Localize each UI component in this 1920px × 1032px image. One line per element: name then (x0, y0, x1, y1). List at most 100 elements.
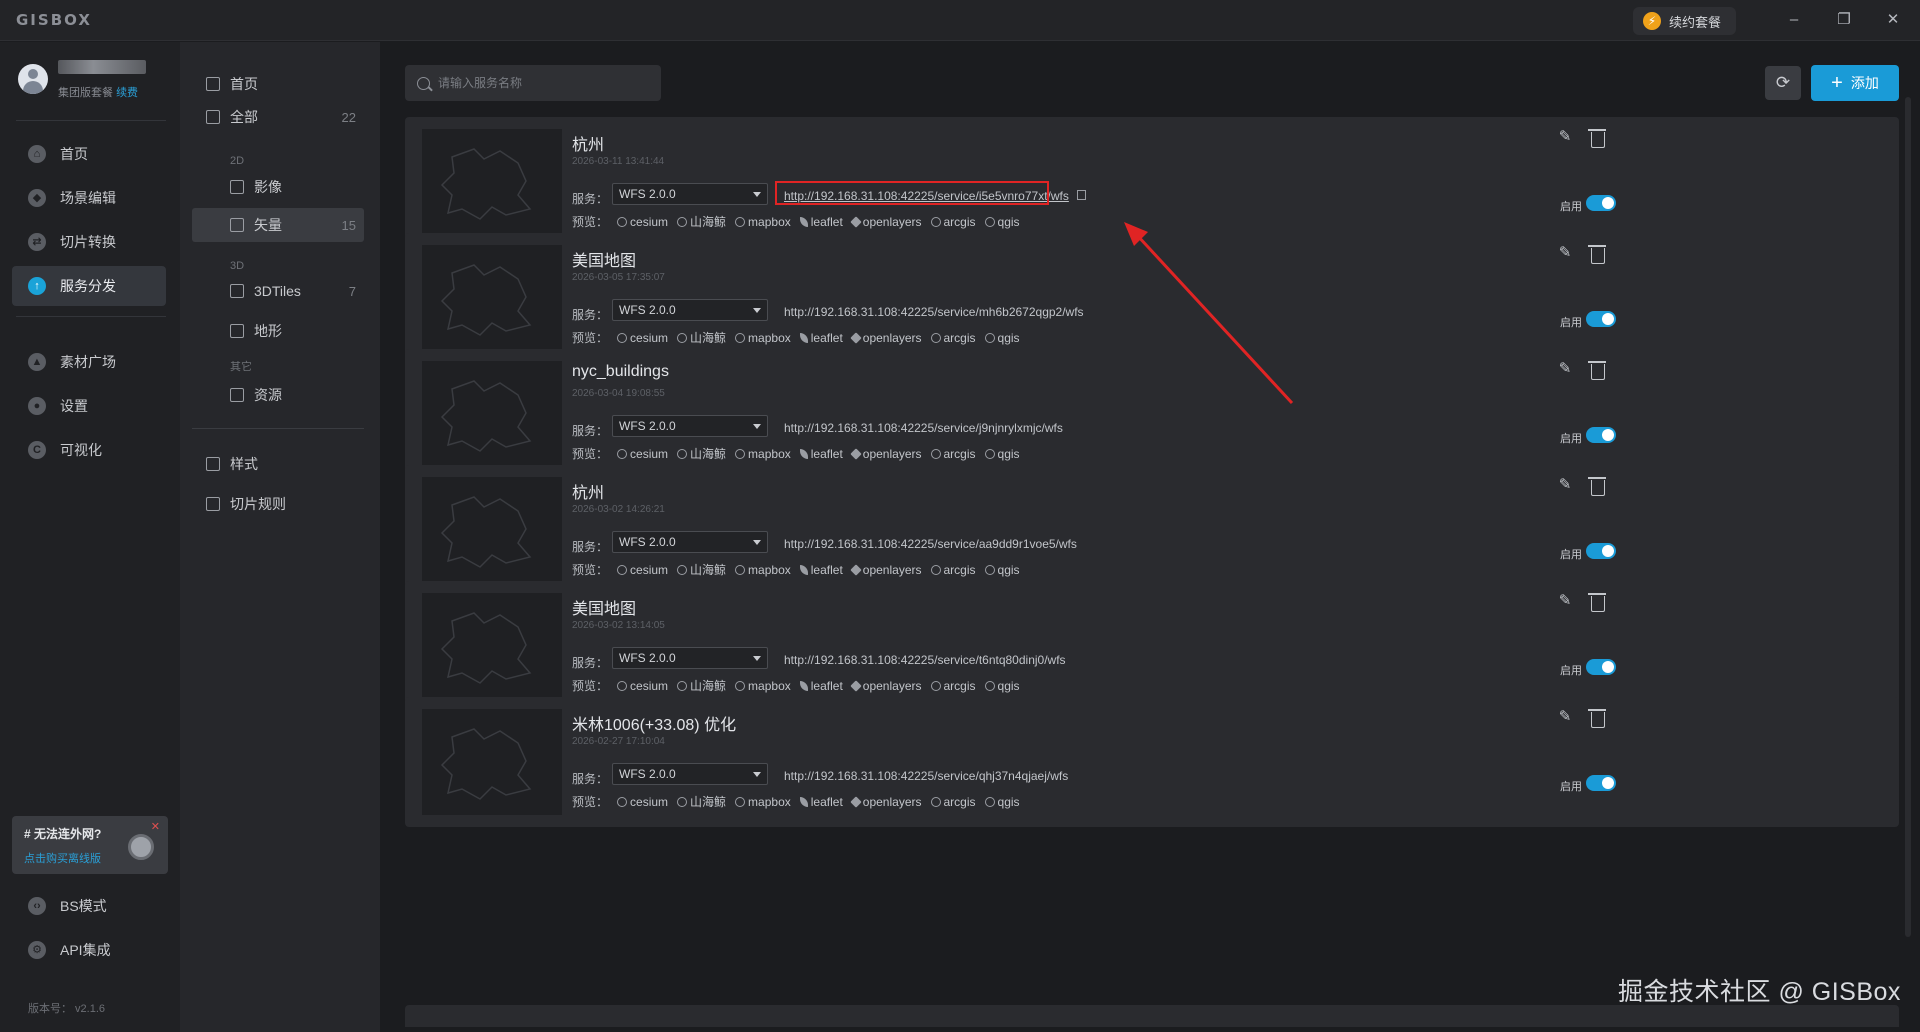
preview-5[interactable]: arcgis (930, 215, 976, 229)
map-thumbnail[interactable] (422, 709, 562, 815)
subnav-vector[interactable]: 矢量 15 (230, 209, 356, 241)
enable-toggle[interactable] (1586, 543, 1616, 559)
preview-2[interactable]: mapbox (735, 331, 791, 345)
subnav-all[interactable]: 全部 22 (206, 101, 356, 133)
avatar[interactable] (18, 64, 48, 94)
edit-icon[interactable]: ✎ (1557, 245, 1573, 261)
preview-0[interactable]: cesium (617, 447, 668, 461)
enable-toggle[interactable] (1586, 659, 1616, 675)
enable-toggle[interactable] (1586, 311, 1616, 327)
sidebar-item-1[interactable]: ⌂ 首页 (12, 134, 166, 174)
map-thumbnail[interactable] (422, 593, 562, 699)
preview-5[interactable]: arcgis (930, 679, 976, 693)
delete-icon[interactable] (1588, 709, 1606, 728)
renew-link[interactable]: 续费 (116, 87, 138, 99)
service-url-text[interactable]: http://192.168.31.108:42225/service/qhj3… (784, 769, 1068, 783)
map-thumbnail[interactable] (422, 361, 562, 467)
preview-4[interactable]: openlayers (850, 679, 922, 693)
subnav-home[interactable]: 首页 (206, 68, 356, 100)
service-version-select[interactable]: WFS 2.0.0 (612, 647, 768, 669)
sidebar-item-3[interactable]: ⇄ 切片转换 (12, 222, 166, 262)
sidebar-item-6[interactable]: ● 设置 (12, 386, 166, 426)
preview-4[interactable]: openlayers (850, 331, 922, 345)
preview-1[interactable]: 山海鲸 (677, 561, 726, 578)
sidebar-item-2[interactable]: ◆ 场景编辑 (12, 178, 166, 218)
preview-4[interactable]: openlayers (850, 795, 922, 809)
preview-0[interactable]: cesium (617, 215, 668, 229)
subnav-resource[interactable]: 资源 (230, 379, 356, 411)
service-url-text[interactable]: http://192.168.31.108:42225/service/j9nj… (784, 421, 1063, 435)
subnav-terrain[interactable]: 地形 (230, 315, 356, 347)
offline-banner[interactable]: # 无法连外网? 点击购买离线版 ✕ (12, 816, 168, 874)
service-url[interactable]: http://192.168.31.108:42225/service/aa9d… (784, 537, 1077, 551)
service-url[interactable]: http://192.168.31.108:42225/service/mh6b… (784, 305, 1084, 319)
preview-3[interactable]: leaflet (799, 215, 843, 229)
preview-0[interactable]: cesium (617, 331, 668, 345)
edit-icon[interactable]: ✎ (1557, 593, 1573, 609)
edit-icon[interactable]: ✎ (1557, 709, 1573, 725)
enable-toggle[interactable] (1586, 775, 1616, 791)
preview-4[interactable]: openlayers (850, 563, 922, 577)
preview-3[interactable]: leaflet (799, 563, 843, 577)
preview-6[interactable]: qgis (984, 215, 1020, 229)
preview-6[interactable]: qgis (984, 679, 1020, 693)
preview-2[interactable]: mapbox (735, 679, 791, 693)
scrollbar[interactable] (1905, 97, 1911, 937)
preview-2[interactable]: mapbox (735, 215, 791, 229)
preview-0[interactable]: cesium (617, 563, 668, 577)
renew-plan-button[interactable]: ⚡ 续约套餐 (1633, 7, 1736, 35)
close-icon[interactable]: ✕ (151, 820, 160, 833)
map-thumbnail[interactable] (422, 245, 562, 351)
preview-2[interactable]: mapbox (735, 563, 791, 577)
refresh-button[interactable]: ⟳ (1765, 66, 1801, 100)
service-version-select[interactable]: WFS 2.0.0 (612, 531, 768, 553)
enable-toggle[interactable] (1586, 427, 1616, 443)
delete-icon[interactable] (1588, 361, 1606, 380)
service-version-select[interactable]: WFS 2.0.0 (612, 763, 768, 785)
service-url[interactable]: http://192.168.31.108:42225/service/t6nt… (784, 653, 1066, 667)
preview-3[interactable]: leaflet (799, 447, 843, 461)
preview-4[interactable]: openlayers (850, 447, 922, 461)
subnav-tile-rules[interactable]: 切片规则 (206, 488, 356, 520)
service-version-select[interactable]: WFS 2.0.0 (612, 183, 768, 205)
preview-3[interactable]: leaflet (799, 331, 843, 345)
service-card[interactable]: 美国地图 2026-03-05 17:35:07 服务： WFS 2.0.0 http:… (405, 233, 1899, 363)
preview-0[interactable]: cesium (617, 679, 668, 693)
close-button[interactable]: ✕ (1876, 8, 1910, 32)
subnav-3dtiles[interactable]: 3DTiles 7 (230, 275, 356, 307)
edit-icon[interactable]: ✎ (1557, 477, 1573, 493)
map-thumbnail[interactable] (422, 129, 562, 235)
preview-1[interactable]: 山海鲸 (677, 213, 726, 230)
buy-offline-link[interactable]: 点击购买离线版 (24, 850, 101, 866)
search-input[interactable] (438, 76, 648, 90)
preview-4[interactable]: openlayers (850, 215, 922, 229)
delete-icon[interactable] (1588, 129, 1606, 148)
service-version-select[interactable]: WFS 2.0.0 (612, 415, 768, 437)
service-card[interactable]: nyc_buildings 2026-03-04 19:08:55 服务： WFS 2… (405, 349, 1899, 479)
preview-1[interactable]: 山海鲸 (677, 329, 726, 346)
sidebar-item-7[interactable]: C 可视化 (12, 430, 166, 470)
preview-5[interactable]: arcgis (930, 795, 976, 809)
sidebar-bottom-item-1[interactable]: ‹› BS模式 (12, 886, 166, 926)
service-card[interactable]: 米林1006(+33.08) 优化 2026-02-27 17:10:04 服务： W… (405, 697, 1899, 827)
add-service-button[interactable]: + 添加 (1811, 65, 1899, 101)
user-profile[interactable]: 集团版套餐 续费 (16, 60, 166, 102)
edit-icon[interactable]: ✎ (1557, 361, 1573, 377)
map-thumbnail[interactable] (422, 477, 562, 583)
service-url[interactable]: http://192.168.31.108:42225/service/j9nj… (784, 421, 1063, 435)
service-url[interactable]: http://192.168.31.108:42225/service/qhj3… (784, 769, 1068, 783)
restore-button[interactable]: ❐ (1827, 8, 1861, 32)
subnav-style[interactable]: 样式 (206, 448, 356, 480)
preview-5[interactable]: arcgis (930, 563, 976, 577)
preview-5[interactable]: arcgis (930, 331, 976, 345)
service-version-select[interactable]: WFS 2.0.0 (612, 299, 768, 321)
edit-icon[interactable]: ✎ (1557, 129, 1573, 145)
sidebar-bottom-item-2[interactable]: ⚙ API集成 (12, 930, 166, 970)
preview-3[interactable]: leaflet (799, 679, 843, 693)
delete-icon[interactable] (1588, 245, 1606, 264)
service-url-text[interactable]: http://192.168.31.108:42225/service/mh6b… (784, 305, 1084, 319)
service-card[interactable]: 杭州 2026-03-02 14:26:21 服务： WFS 2.0.0 http://… (405, 465, 1899, 595)
preview-5[interactable]: arcgis (930, 447, 976, 461)
service-card[interactable]: 美国地图 2026-03-02 13:14:05 服务： WFS 2.0.0 http:… (405, 581, 1899, 711)
copy-icon[interactable] (1076, 190, 1086, 200)
